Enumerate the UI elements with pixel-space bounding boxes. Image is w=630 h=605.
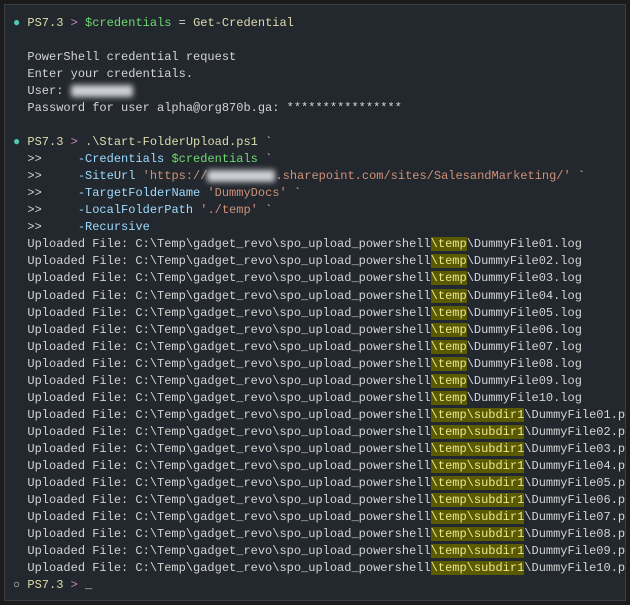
cred-header: PowerShell credential request <box>13 49 617 66</box>
param-targetfolder: -TargetFolderName <box>78 186 200 200</box>
upload-line: Uploaded File: C:\Temp\gadget_revo\spo_u… <box>13 322 617 339</box>
param-localfolder: -LocalFolderPath <box>78 203 193 217</box>
prompt-label: PS7.3 <box>27 578 63 592</box>
cursor: _ <box>85 578 92 592</box>
prompt-arrow: > <box>71 578 78 592</box>
cont-line-local: >> -LocalFolderPath './temp' ` <box>13 202 617 219</box>
cont-line-siteurl: >> -SiteUrl 'https:// .sharepoint.com/sit… <box>13 168 617 185</box>
backtick: ` <box>265 152 272 166</box>
string-literal: './temp' <box>200 203 258 217</box>
bullet-open-icon: ○ <box>13 578 20 592</box>
upload-line: Uploaded File: C:\Temp\gadget_revo\spo_u… <box>13 373 617 390</box>
terminal-window[interactable]: ● PS7.3 > $credentials = Get-Credential … <box>4 4 626 601</box>
upload-line: Uploaded File: C:\Temp\gadget_revo\spo_u… <box>13 492 617 509</box>
param-credentials: -Credentials <box>78 152 164 166</box>
highlighted-path: \temp\subdir1 <box>431 510 525 524</box>
highlighted-path: \temp\subdir1 <box>431 561 525 575</box>
cont-line-recursive: >> -Recursive <box>13 219 617 236</box>
string-literal: 'DummyDocs' <box>207 186 286 200</box>
upload-output-block: Uploaded File: C:\Temp\gadget_revo\spo_u… <box>13 236 617 577</box>
highlighted-path: \temp <box>431 340 467 354</box>
highlighted-path: \temp <box>431 271 467 285</box>
upload-line: Uploaded File: C:\Temp\gadget_revo\spo_u… <box>13 526 617 543</box>
upload-line: Uploaded File: C:\Temp\gadget_revo\spo_u… <box>13 270 617 287</box>
variable-ref: $credentials <box>171 152 257 166</box>
blank-line <box>13 32 617 49</box>
continuation-marker: >> <box>27 152 41 166</box>
upload-line: Uploaded File: C:\Temp\gadget_revo\spo_u… <box>13 356 617 373</box>
highlighted-path: \temp\subdir1 <box>431 493 525 507</box>
param-siteurl: -SiteUrl <box>78 169 136 183</box>
redacted-user <box>71 85 133 97</box>
highlighted-path: \temp\subdir1 <box>431 408 525 422</box>
cont-line-credentials: >> -Credentials $credentials ` <box>13 151 617 168</box>
backtick: ` <box>578 169 585 183</box>
prompt-line-1: ● PS7.3 > $credentials = Get-Credential <box>13 15 617 32</box>
blank-line <box>13 117 617 134</box>
prompt-line-3: ○ PS7.3 > _ <box>13 577 617 594</box>
upload-line: Uploaded File: C:\Temp\gadget_revo\spo_u… <box>13 407 617 424</box>
string-literal-pre: 'https:// <box>143 169 208 183</box>
highlighted-path: \temp\subdir1 <box>431 459 525 473</box>
upload-line: Uploaded File: C:\Temp\gadget_revo\spo_u… <box>13 509 617 526</box>
continuation-marker: >> <box>27 203 41 217</box>
highlighted-path: \temp <box>431 306 467 320</box>
bullet-icon: ● <box>13 16 20 30</box>
prompt-line-2: ● PS7.3 > .\Start-FolderUpload.ps1 ` <box>13 134 617 151</box>
highlighted-path: \temp <box>431 289 467 303</box>
backtick: ` <box>294 186 301 200</box>
upload-line: Uploaded File: C:\Temp\gadget_revo\spo_u… <box>13 253 617 270</box>
variable-name: $credentials <box>85 16 171 30</box>
prompt-label: PS7.3 <box>27 16 63 30</box>
cred-user-line: User: <box>13 83 617 100</box>
highlighted-path: \temp <box>431 374 467 388</box>
upload-line: Uploaded File: C:\Temp\gadget_revo\spo_u… <box>13 424 617 441</box>
highlighted-path: \temp\subdir1 <box>431 527 525 541</box>
cmdlet-name: Get-Credential <box>193 16 294 30</box>
prompt-arrow: > <box>71 16 78 30</box>
continuation-marker: >> <box>27 186 41 200</box>
bullet-icon: ● <box>13 135 20 149</box>
upload-line: Uploaded File: C:\Temp\gadget_revo\spo_u… <box>13 560 617 577</box>
cred-password-line: Password for user alpha@org870b.ga: ****… <box>13 100 617 117</box>
continuation-marker: >> <box>27 220 41 234</box>
upload-line: Uploaded File: C:\Temp\gadget_revo\spo_u… <box>13 458 617 475</box>
upload-line: Uploaded File: C:\Temp\gadget_revo\spo_u… <box>13 441 617 458</box>
upload-line: Uploaded File: C:\Temp\gadget_revo\spo_u… <box>13 475 617 492</box>
upload-line: Uploaded File: C:\Temp\gadget_revo\spo_u… <box>13 339 617 356</box>
backtick: ` <box>265 135 272 149</box>
upload-line: Uploaded File: C:\Temp\gadget_revo\spo_u… <box>13 543 617 560</box>
string-literal-post: .sharepoint.com/sites/SalesandMarketing/… <box>275 169 570 183</box>
param-recursive: -Recursive <box>78 220 150 234</box>
upload-line: Uploaded File: C:\Temp\gadget_revo\spo_u… <box>13 288 617 305</box>
script-name: .\Start-FolderUpload.ps1 <box>85 135 258 149</box>
cont-line-target: >> -TargetFolderName 'DummyDocs' ` <box>13 185 617 202</box>
backtick: ` <box>265 203 272 217</box>
upload-line: Uploaded File: C:\Temp\gadget_revo\spo_u… <box>13 236 617 253</box>
assign-op: = <box>179 16 186 30</box>
upload-line: Uploaded File: C:\Temp\gadget_revo\spo_u… <box>13 305 617 322</box>
upload-line: Uploaded File: C:\Temp\gadget_revo\spo_u… <box>13 390 617 407</box>
highlighted-path: \temp\subdir1 <box>431 442 525 456</box>
redacted-tenant <box>207 170 275 182</box>
highlighted-path: \temp <box>431 237 467 251</box>
highlighted-path: \temp <box>431 254 467 268</box>
cred-instruction: Enter your credentials. <box>13 66 617 83</box>
highlighted-path: \temp <box>431 391 467 405</box>
highlighted-path: \temp\subdir1 <box>431 476 525 490</box>
continuation-marker: >> <box>27 169 41 183</box>
prompt-label: PS7.3 <box>27 135 63 149</box>
highlighted-path: \temp <box>431 357 467 371</box>
highlighted-path: \temp <box>431 323 467 337</box>
highlighted-path: \temp\subdir1 <box>431 544 525 558</box>
highlighted-path: \temp\subdir1 <box>431 425 525 439</box>
prompt-arrow: > <box>71 135 78 149</box>
